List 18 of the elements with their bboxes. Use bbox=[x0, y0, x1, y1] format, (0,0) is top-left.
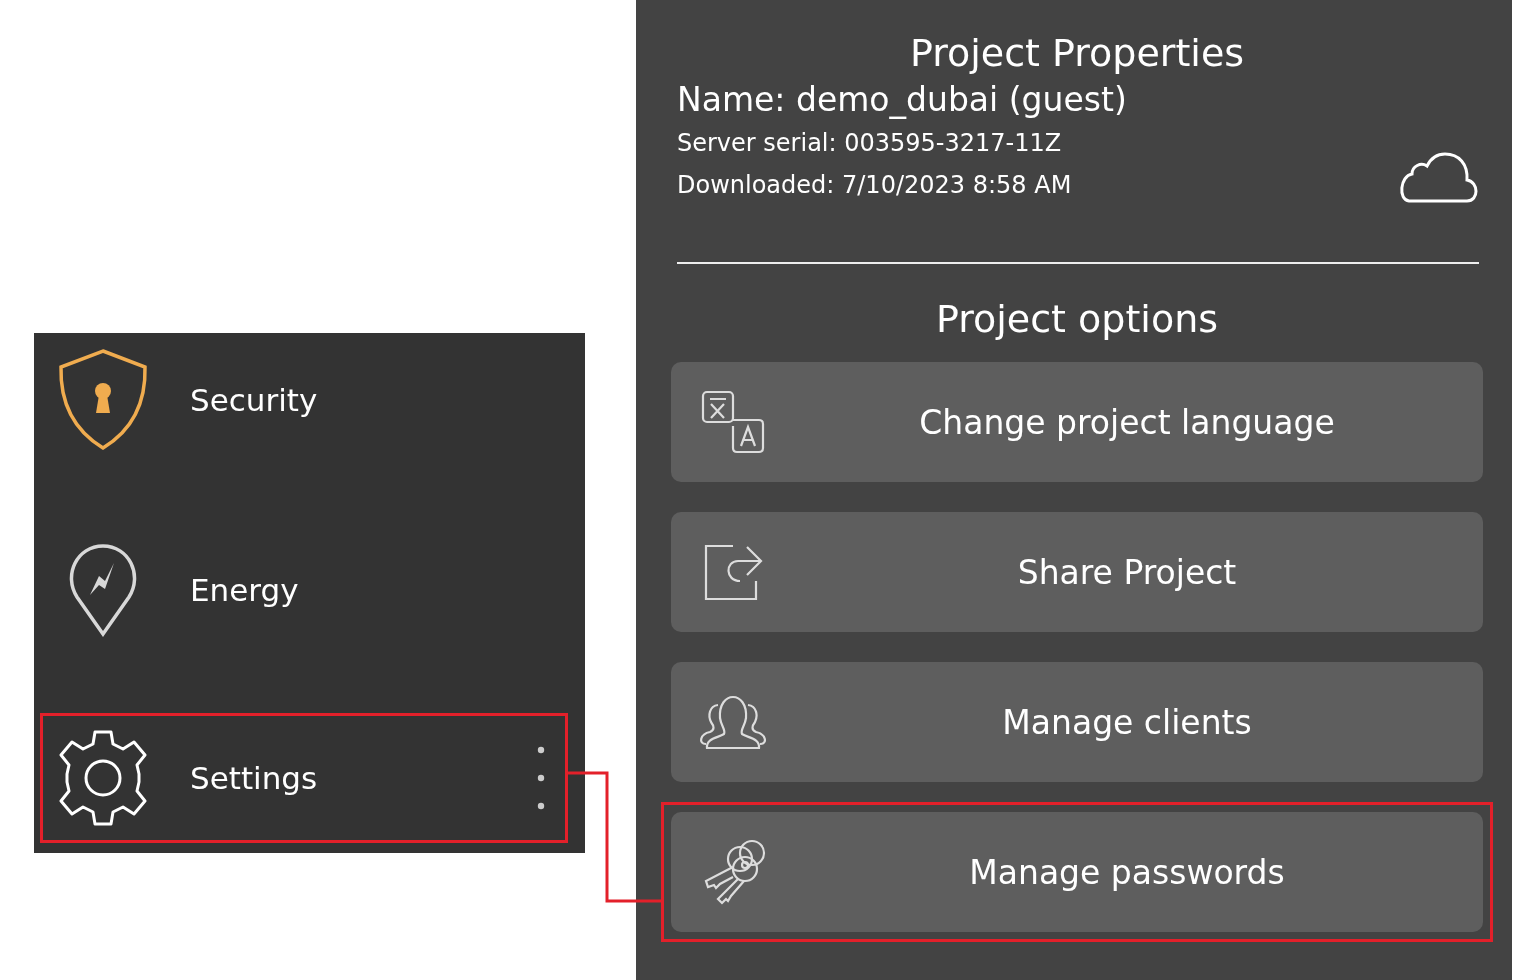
translate-icon bbox=[701, 390, 765, 454]
more-options-icon[interactable] bbox=[537, 746, 545, 810]
option-button[interactable]: Share Project bbox=[671, 512, 1483, 632]
panel-title: Project Properties bbox=[908, 30, 1246, 77]
menu-item[interactable]: Settings bbox=[40, 713, 568, 843]
download-date: Downloaded: 7/10/2023 8:58 AM bbox=[677, 170, 1073, 201]
cloud-icon bbox=[1397, 152, 1479, 204]
project-name: Name: demo_dubai (guest) bbox=[677, 79, 1128, 121]
option-button[interactable]: Change project language bbox=[671, 362, 1483, 482]
section-title: Project options bbox=[934, 296, 1220, 343]
share-icon bbox=[703, 543, 763, 601]
pin-bolt-icon bbox=[67, 543, 139, 637]
menu-item[interactable]: Security bbox=[40, 333, 568, 467]
shield-keyhole-icon bbox=[57, 349, 149, 451]
server-serial: Server serial: 003595-3217-11Z bbox=[677, 128, 1063, 159]
option-button[interactable]: Manage passwords bbox=[671, 812, 1483, 932]
menu-item[interactable]: Energy bbox=[40, 467, 568, 713]
option-button[interactable]: Manage clients bbox=[671, 662, 1483, 782]
